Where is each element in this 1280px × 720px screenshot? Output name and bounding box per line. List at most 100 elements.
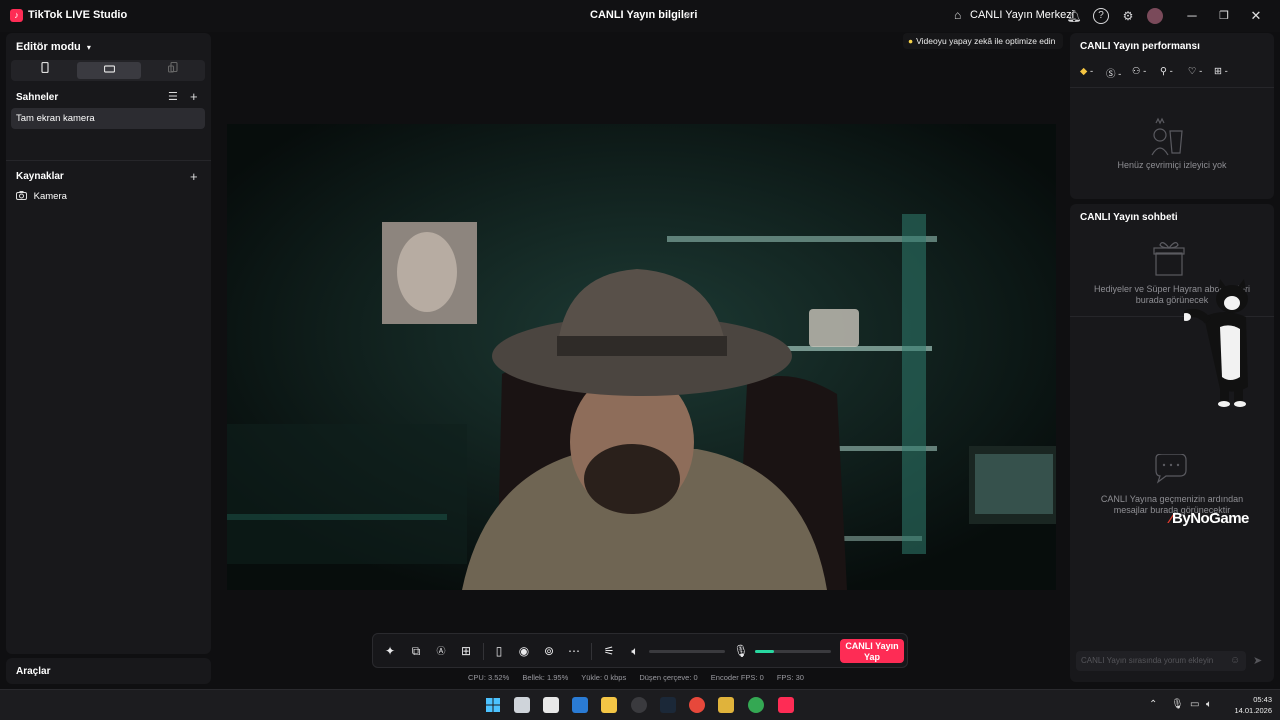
editor-mode-label: Editör modu bbox=[16, 41, 81, 53]
chevron-down-icon: ▾ bbox=[86, 43, 91, 52]
divider bbox=[6, 160, 211, 161]
diamonds-stat: ◆ - bbox=[1080, 66, 1093, 77]
add-follower-icon: ⚲ bbox=[1160, 66, 1167, 77]
bynogame-logo: ⁄ByNoGame bbox=[1170, 510, 1249, 527]
add-media-icon[interactable]: ⊞ bbox=[457, 642, 475, 660]
cat-sticker-image bbox=[1184, 279, 1248, 407]
tiktok-logo-icon: ♪ bbox=[10, 9, 23, 22]
desktop-volume-slider[interactable] bbox=[649, 650, 725, 653]
chrome-icon[interactable] bbox=[689, 697, 705, 713]
performance-title: CANLI Yayın performansı bbox=[1080, 41, 1200, 52]
left-panel: Editör modu ▾ Sahneler ☰ + Tam ekran kam… bbox=[6, 33, 211, 654]
minimize-button[interactable]: ─ bbox=[1183, 7, 1201, 25]
dual-mode-button[interactable] bbox=[141, 61, 205, 79]
steam-icon[interactable] bbox=[660, 697, 676, 713]
viewers-icon: ⚇ bbox=[1132, 66, 1141, 77]
add-source-button[interactable]: + bbox=[190, 170, 198, 183]
maximize-button[interactable]: ❐ bbox=[1215, 7, 1233, 25]
no-viewers-text: Henüz çevrimiçi izleyici yok bbox=[1117, 160, 1227, 170]
tools-panel[interactable]: Araçlar bbox=[6, 658, 211, 684]
camera-preview[interactable] bbox=[227, 124, 1056, 590]
caption-icon[interactable]: ⧉ bbox=[407, 642, 425, 660]
live-chat-panel: CANLI Yayın sohbeti Hediyeler ve Süper H… bbox=[1070, 204, 1274, 682]
tray-mic-icon[interactable]: 🎙︎ bbox=[1171, 699, 1184, 710]
store-icon[interactable] bbox=[572, 697, 588, 713]
chrome-profile-icon[interactable] bbox=[748, 697, 764, 713]
more-icon[interactable]: ⋯ bbox=[565, 642, 583, 660]
mic-volume-level bbox=[755, 650, 774, 653]
tray-chevron-icon[interactable]: ⌃ bbox=[1149, 699, 1157, 710]
screenshot-icon[interactable]: ⊚ bbox=[540, 642, 558, 660]
tools-label: Araçlar bbox=[16, 666, 51, 677]
live-center-button[interactable]: CANLI Yayın Merkezi bbox=[970, 9, 1074, 21]
windows-taskbar: ⌃ 🎙︎ ▭ 🔈︎ 05:43 14.01.2026 bbox=[0, 689, 1280, 720]
microphone-icon[interactable]: 🎙︎ bbox=[732, 642, 750, 660]
home-icon[interactable]: ⌂ bbox=[954, 8, 961, 22]
scenes-title: Sahneler bbox=[16, 92, 59, 103]
live-performance-panel: CANLI Yayın performansı ◆ - Ⓢ - ⚇ - ⚲ - … bbox=[1070, 33, 1274, 199]
settings-icon[interactable]: ⚙ bbox=[1120, 8, 1136, 24]
status-bar: CPU: 3.52% Bellek: 1.95% Yükle: 0 kbps D… bbox=[468, 673, 815, 682]
audio-settings-icon[interactable]: ⚟ bbox=[600, 642, 618, 660]
likes-value: - bbox=[1199, 66, 1203, 77]
orientation-switch bbox=[11, 60, 205, 81]
separator bbox=[483, 643, 484, 660]
diamond-icon: ◆ bbox=[1080, 66, 1088, 77]
bynogame-text: ByNoGame bbox=[1172, 510, 1249, 527]
separator bbox=[591, 643, 592, 660]
bell-icon[interactable]: 🔔︎ bbox=[1066, 8, 1082, 24]
ai-optimize-text: Videoyu yapay zekâ ile optimize edin bbox=[916, 36, 1056, 46]
coin-icon: Ⓢ bbox=[1106, 69, 1116, 80]
editor-mode-dropdown[interactable]: Editör modu ▾ bbox=[16, 41, 91, 53]
clock-time: 05:43 bbox=[1253, 695, 1272, 704]
scene-item[interactable]: Tam ekran kamera bbox=[11, 108, 205, 129]
bottom-toolbar: ✦ ⧉ Ⓐ ⊞ ▯ ◉ ⊚ ⋯ ⚟ 🔈︎ 🎙︎ CANLI Yayın Yap bbox=[372, 633, 908, 668]
diamonds-value: - bbox=[1089, 66, 1094, 77]
ai-optimize-tip[interactable]: ● Videoyu yapay zekâ ile optimize edin bbox=[903, 33, 1063, 49]
title-bar: ♪ TikTok LIVE Studio CANLI Yayın bilgile… bbox=[0, 0, 1280, 32]
mic-volume-slider[interactable] bbox=[755, 650, 831, 653]
ai-icon[interactable]: Ⓐ bbox=[432, 642, 450, 660]
tray-display-icon[interactable]: ▭ bbox=[1190, 699, 1199, 710]
landscape-mode-button[interactable] bbox=[77, 62, 141, 79]
list-icon[interactable]: ☰ bbox=[168, 91, 178, 104]
obs-icon[interactable] bbox=[631, 697, 647, 713]
likes-stat: ♡ - bbox=[1188, 66, 1202, 77]
chat-comment-input[interactable]: CANLI Yayın sırasında yorum ekleyin bbox=[1076, 651, 1246, 671]
system-clock[interactable]: 05:43 14.01.2026 bbox=[1222, 694, 1272, 716]
portrait-mode-button[interactable] bbox=[13, 61, 77, 79]
emoji-icon[interactable]: ☺ bbox=[1230, 655, 1240, 666]
task-view-icon[interactable] bbox=[514, 697, 530, 713]
avatar[interactable] bbox=[1147, 8, 1163, 24]
camera-feed-image bbox=[227, 124, 1056, 590]
close-button[interactable]: ✕ bbox=[1247, 7, 1265, 25]
source-item-camera[interactable]: Kamera bbox=[16, 191, 67, 202]
tiktok-live-studio-window: ♪ TikTok LIVE Studio CANLI Yayın bilgile… bbox=[0, 0, 1280, 720]
file-explorer-icon[interactable] bbox=[601, 697, 617, 713]
phone-portrait-icon bbox=[41, 61, 49, 74]
send-icon[interactable]: ➤ bbox=[1253, 654, 1262, 667]
fps: FPS: 30 bbox=[776, 673, 804, 682]
no-viewers-icon bbox=[1151, 117, 1183, 156]
widgets-icon[interactable] bbox=[543, 697, 559, 713]
divider bbox=[1070, 87, 1274, 88]
mobile-icon[interactable]: ▯ bbox=[490, 642, 508, 660]
gifts-value: - bbox=[1224, 66, 1228, 77]
viewers-value: - bbox=[1143, 66, 1147, 77]
speaker-icon[interactable]: 🔈︎ bbox=[626, 642, 644, 660]
memory-usage: Bellek: 1.95% bbox=[522, 673, 569, 682]
magic-wand-icon[interactable]: ✦ bbox=[381, 642, 399, 660]
go-live-button[interactable]: CANLI Yayın Yap bbox=[840, 639, 904, 663]
media-player-icon[interactable] bbox=[718, 697, 734, 713]
followers-value: - bbox=[1169, 66, 1173, 77]
tray-volume-icon[interactable]: 🔈︎ bbox=[1206, 699, 1212, 710]
chat-bubble-icon bbox=[1155, 454, 1187, 484]
add-scene-button[interactable]: + bbox=[190, 90, 198, 103]
help-icon[interactable]: ? bbox=[1093, 8, 1109, 24]
tiktok-live-taskbar-icon[interactable] bbox=[778, 697, 794, 713]
windows-start-icon[interactable] bbox=[485, 697, 501, 713]
phone-landscape-icon bbox=[103, 65, 115, 73]
share-icon[interactable]: ⇗ bbox=[682, 9, 691, 22]
followers-stat: ⚲ - bbox=[1160, 66, 1173, 77]
record-icon[interactable]: ◉ bbox=[515, 642, 533, 660]
